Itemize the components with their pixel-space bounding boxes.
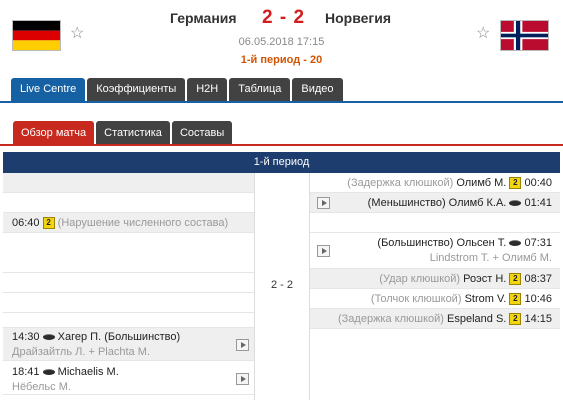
away-event-goal: (Большинство) Ольсен Т. 07:31 Lindstrom …	[310, 233, 560, 269]
penalty-card-icon: 2	[509, 177, 522, 190]
events-grid: 06:40 2 (Нарушение численного состава) 1…	[3, 173, 560, 400]
main-tabs-divider	[0, 101, 563, 103]
match-score: 2 - 2	[262, 7, 306, 28]
event-time: 08:37	[524, 273, 552, 285]
period-score-column: 2 - 2	[254, 173, 310, 400]
penalty-card-icon: 2	[509, 293, 522, 306]
video-play-icon[interactable]	[236, 339, 249, 351]
event-detail: (Задержка клюшкой)	[337, 313, 444, 325]
event-time: 06:40	[12, 217, 40, 229]
tab-table[interactable]: Таблица	[229, 78, 291, 101]
away-event-penalty: (Удар клюшкой) Роэст Н. 2 08:37	[310, 269, 560, 289]
away-event-penalty: (Задержка клюшкой) Espeland S. 2 14:15	[310, 309, 560, 329]
goal-scorer[interactable]: Хагер П. (Большинство)	[58, 331, 181, 343]
goal-assist: Нёбельс М.	[12, 381, 71, 393]
event-detail: (Удар клюшкой)	[379, 273, 461, 285]
penalty-card-icon: 2	[509, 273, 522, 286]
home-event-goal: 18:41 Michaelis M. Нёбельс М.	[3, 361, 254, 395]
period-header: 1-й период	[3, 152, 560, 173]
sub-tabs-divider	[0, 144, 563, 146]
video-play-icon[interactable]	[317, 197, 330, 209]
penalty-player[interactable]: Олимб М.	[456, 177, 506, 189]
away-team-name[interactable]: Норвегия	[325, 10, 391, 26]
event-time: 14:30	[12, 331, 40, 343]
goal-assist: Lindstrom T. + Олимб М.	[429, 252, 552, 264]
event-detail: (Толчок клюшкой)	[370, 293, 462, 305]
flag-cross-blue-h	[501, 33, 548, 38]
goal-scorer[interactable]: (Меньшинство) Олимб К.А.	[368, 197, 507, 209]
flag-stripe-black	[13, 21, 60, 31]
goal-scorer[interactable]: Michaelis M.	[58, 366, 119, 378]
event-time: 01:41	[524, 197, 552, 209]
empty-row	[3, 313, 254, 328]
penalty-player[interactable]: Роэст Н.	[463, 273, 506, 285]
event-detail: (Задержка клюшкой)	[347, 177, 454, 189]
empty-row	[3, 233, 254, 273]
away-event-goal: (Меньшинство) Олимб К.А. 01:41	[310, 193, 560, 213]
tab-h2h[interactable]: H2H	[187, 78, 228, 101]
puck-icon	[509, 200, 522, 207]
norway-flag-icon	[500, 20, 549, 51]
empty-row	[3, 293, 254, 313]
match-header: ☆ Германия 2 - 2 Норвегия 06.05.2018 17:…	[0, 0, 563, 78]
penalty-card-icon: 2	[42, 217, 55, 230]
penalty-player[interactable]: Strom V.	[465, 293, 507, 305]
empty-row	[3, 173, 254, 193]
puck-icon	[42, 334, 55, 341]
tab-live-centre[interactable]: Live Centre	[11, 78, 86, 101]
empty-row	[3, 193, 254, 213]
tab-statistics[interactable]: Статистика	[96, 121, 170, 145]
tab-odds[interactable]: Коэффициенты	[87, 78, 186, 101]
tab-lineups[interactable]: Составы	[171, 121, 233, 145]
home-team-name[interactable]: Германия	[170, 10, 237, 26]
event-time: 10:46	[524, 293, 552, 305]
away-event-penalty: (Задержка клюшкой) Олимб М. 2 00:40	[310, 173, 560, 193]
empty-row	[3, 273, 254, 293]
goal-scorer[interactable]: (Большинство) Ольсен Т.	[377, 237, 506, 249]
tab-match-overview[interactable]: Обзор матча	[13, 121, 95, 145]
event-time: 14:15	[524, 313, 552, 325]
empty-row	[310, 213, 560, 233]
match-status: 1-й период - 20	[240, 54, 323, 66]
goal-assist: Драйзайтль Л. + Plachta M.	[12, 346, 150, 358]
tab-video[interactable]: Видео	[292, 78, 343, 101]
event-time: 00:40	[524, 177, 552, 189]
sub-tab-bar: Обзор матча Статистика Составы	[13, 121, 234, 145]
home-event-penalty: 06:40 2 (Нарушение численного состава)	[3, 213, 254, 233]
home-event-goal: 14:30 Хагер П. (Большинство) Драйзайтль …	[3, 328, 254, 361]
video-play-icon[interactable]	[236, 373, 249, 385]
period-score: 2 - 2	[270, 279, 293, 291]
event-detail: (Нарушение численного состава)	[57, 217, 229, 229]
event-time: 07:31	[524, 237, 552, 249]
penalty-player[interactable]: Espeland S.	[447, 313, 506, 325]
puck-icon	[42, 369, 55, 376]
penalty-card-icon: 2	[509, 313, 522, 326]
event-time: 18:41	[12, 366, 40, 378]
video-play-icon[interactable]	[317, 245, 330, 257]
away-event-penalty: (Толчок клюшкой) Strom V. 2 10:46	[310, 289, 560, 309]
favorite-away-star-icon[interactable]: ☆	[476, 26, 490, 42]
puck-icon	[509, 240, 522, 247]
